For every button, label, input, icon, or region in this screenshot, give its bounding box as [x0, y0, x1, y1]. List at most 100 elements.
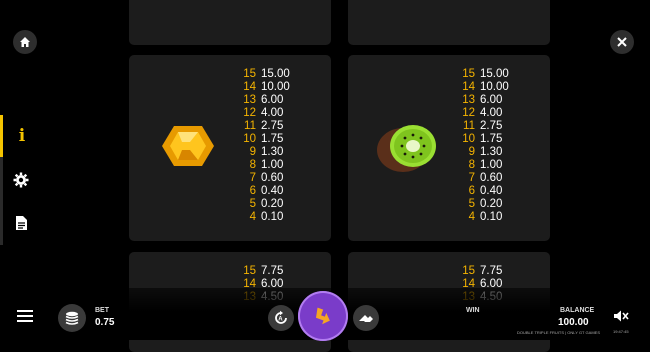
- symbol-count: 6: [249, 185, 256, 197]
- symbol-count: 12: [462, 107, 475, 119]
- balance-value: 100.00: [558, 317, 589, 328]
- paytable-row: 15 7.75: [239, 265, 283, 278]
- paytable-row: 5 0.20: [239, 198, 290, 211]
- paytable-card-top-right: [348, 0, 550, 45]
- autoplay-icon: A: [275, 310, 287, 324]
- paytable-row: 10 1.75: [239, 133, 290, 146]
- turbo-icon: [359, 315, 373, 322]
- sidebar-active-indicator: [0, 115, 3, 157]
- paytable-row: 14 10.00: [458, 81, 509, 94]
- paytable-row: 7 0.60: [239, 172, 290, 185]
- close-button[interactable]: [610, 30, 634, 54]
- symbol-count: 7: [249, 172, 256, 184]
- paytable-row: 4 0.10: [458, 211, 509, 224]
- symbol-count: 10: [243, 133, 256, 145]
- info-tab[interactable]: i: [14, 126, 30, 146]
- bet-value: 0.75: [95, 317, 115, 328]
- payout-value: 1.00: [480, 159, 503, 171]
- symbol-count: 13: [243, 94, 256, 106]
- spin-button[interactable]: [298, 291, 348, 341]
- paytable-row: 6 0.40: [239, 185, 290, 198]
- payout-value: 6.00: [480, 94, 503, 106]
- autoplay-button[interactable]: A: [268, 305, 294, 331]
- symbol-count: 15: [462, 265, 475, 277]
- symbol-count: 15: [462, 68, 475, 80]
- payout-value: 6.00: [261, 94, 284, 106]
- sound-muted-icon[interactable]: [613, 309, 629, 323]
- payout-value: 7.75: [261, 265, 284, 277]
- payout-value: 4.00: [261, 107, 284, 119]
- sidebar-track: [0, 115, 3, 245]
- clock: 19:47:45: [613, 329, 629, 334]
- symbol-count: 7: [468, 172, 475, 184]
- home-button[interactable]: [13, 30, 37, 54]
- bet-label: BET: [95, 307, 109, 314]
- symbol-count: 5: [468, 198, 475, 210]
- symbol-count: 8: [468, 159, 475, 171]
- symbol-count: 10: [462, 133, 475, 145]
- payout-value: 0.60: [480, 172, 503, 184]
- paytable-row: 12 4.00: [239, 107, 290, 120]
- payout-value: 7.75: [480, 265, 503, 277]
- payout-value: 0.20: [261, 198, 284, 210]
- paytable-row: 15 15.00: [239, 68, 290, 81]
- paytable-row: 9 1.30: [458, 146, 509, 159]
- payout-value: 0.40: [480, 185, 503, 197]
- symbol-count: 11: [244, 120, 256, 132]
- symbol-count: 6: [468, 185, 475, 197]
- payout-value: 1.30: [480, 146, 503, 158]
- payout-value: 10.00: [261, 81, 290, 93]
- payout-value: 1.30: [261, 146, 284, 158]
- payout-value: 4.00: [480, 107, 503, 119]
- payout-value: 0.10: [480, 211, 503, 223]
- symbol-count: 11: [463, 120, 475, 132]
- symbol-count: 15: [243, 68, 256, 80]
- payout-value: 2.75: [261, 120, 284, 132]
- paytable-row: 8 1.00: [458, 159, 509, 172]
- symbol-count: 12: [243, 107, 256, 119]
- game-name: DOUBLE TRIPLE FRUITS | ONLY GT GAMES: [517, 330, 600, 335]
- symbol-count: 4: [468, 211, 475, 223]
- symbol-count: 14: [462, 81, 475, 93]
- gear-icon[interactable]: [13, 172, 29, 188]
- symbol-count: 5: [249, 198, 256, 210]
- paytable-row: 5 0.20: [458, 198, 509, 211]
- close-icon: [617, 37, 627, 47]
- document-icon[interactable]: [15, 216, 27, 230]
- kiwi-icon: [377, 125, 436, 172]
- balance-label: BALANCE: [560, 307, 595, 314]
- symbol-count: 9: [249, 146, 256, 158]
- paytable-row: 12 4.00: [458, 107, 509, 120]
- paytable-row: 8 1.00: [239, 159, 290, 172]
- paytable-row: 15 15.00: [458, 68, 509, 81]
- spin-arrow-icon: [315, 307, 330, 325]
- paytable-card-top-left: [129, 0, 331, 45]
- paytable-row: 10 1.75: [458, 133, 509, 146]
- win-label: WIN: [466, 307, 480, 314]
- paytable-row: 7 0.60: [458, 172, 509, 185]
- paytable-row: 4 0.10: [239, 211, 290, 224]
- bet-button[interactable]: [58, 304, 86, 332]
- turbo-button[interactable]: [353, 305, 379, 331]
- payout-value: 1.75: [261, 133, 284, 145]
- payout-value: 0.20: [480, 198, 503, 210]
- svg-text:A: A: [278, 316, 283, 322]
- symbol-count: 13: [462, 94, 475, 106]
- paytable-row: 11 2.75: [239, 120, 290, 133]
- payout-value: 15.00: [480, 68, 509, 80]
- symbol-count: 9: [468, 146, 475, 158]
- home-icon: [20, 37, 30, 47]
- paytable-row: 9 1.30: [239, 146, 290, 159]
- info-icon: i: [18, 126, 26, 146]
- paytable-row: 14 10.00: [239, 81, 290, 94]
- coins-icon: [65, 311, 79, 325]
- paytable-row: 6 0.40: [458, 185, 509, 198]
- symbol-count: 8: [249, 159, 256, 171]
- paytable-kiwi: 15 15.00 14 10.00 13 6.00 12 4.00 11 2.75 10 1.75 9 1…: [458, 68, 509, 224]
- payout-value: 1.00: [261, 159, 284, 171]
- payout-value: 0.40: [261, 185, 284, 197]
- payout-value: 1.75: [480, 133, 503, 145]
- symbol-count: 15: [243, 265, 256, 277]
- menu-icon[interactable]: [17, 310, 33, 322]
- paytable-row: 15 7.75: [458, 265, 502, 278]
